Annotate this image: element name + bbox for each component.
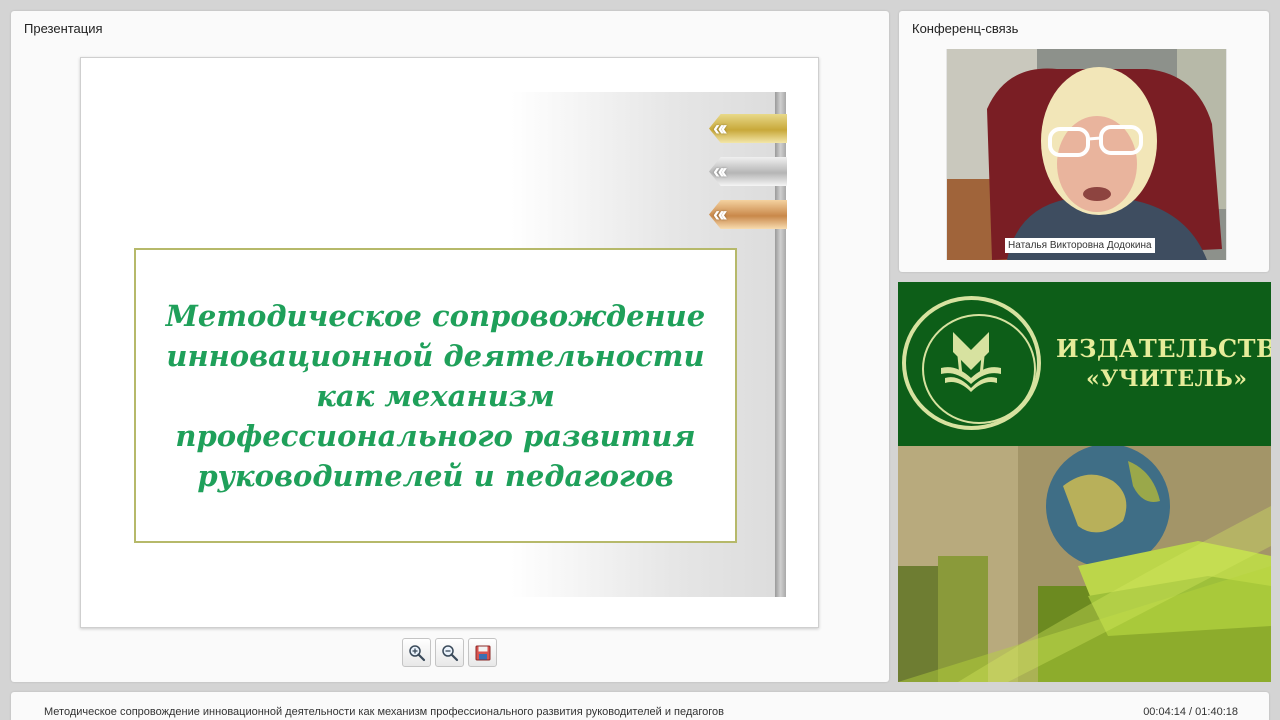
zoom-in-button[interactable]: [402, 638, 431, 667]
banner-books-image: [898, 446, 1271, 682]
zoom-out-icon: [441, 644, 458, 661]
book-emblem-icon: [941, 332, 1001, 392]
footer-bar: Методическое сопровождение инновационной…: [11, 692, 1269, 720]
gold-ribbon-icon: «‹: [709, 114, 787, 143]
brand-name-line2: «УЧИТЕЛЬ»: [1086, 366, 1248, 392]
bronze-ribbon-icon: «‹: [709, 200, 787, 229]
slide-title: Методическое сопровождение инновационной…: [165, 298, 706, 493]
conference-panel: Конференц-связь Наталья Викторовна Додок…: [899, 11, 1269, 272]
speaker-video-frame: [947, 49, 1226, 260]
speaker-video[interactable]: Наталья Викторовна Додокина: [946, 49, 1227, 260]
footer-webinar-title: Методическое сопровождение инновационной…: [44, 706, 725, 718]
playback-time: 00:04:14 / 01:40:18: [1143, 706, 1238, 718]
books-globe-illustration: [898, 446, 1271, 682]
slide-toolbar: [402, 638, 497, 667]
speaker-name-label: Наталья Викторовна Додокина: [1005, 238, 1155, 253]
publisher-banner[interactable]: ИЗДАТЕЛЬСТВО «УЧИТЕЛЬ»: [898, 282, 1271, 682]
brand-name-line1: ИЗДАТЕЛЬСТВО: [1056, 334, 1271, 363]
zoom-out-button[interactable]: [435, 638, 464, 667]
save-button[interactable]: [468, 638, 497, 667]
conference-panel-title: Конференц-связь: [912, 21, 1019, 36]
slide-title-box: Методическое сопровождение инновационной…: [134, 248, 737, 543]
presentation-panel-title: Презентация: [24, 21, 103, 36]
presentation-panel: Презентация «‹ «‹ «‹ Методическое сопров…: [11, 11, 889, 682]
slide: «‹ «‹ «‹ Методическое сопровождение инно…: [80, 57, 819, 628]
publisher-logo-icon: [902, 296, 1041, 430]
zoom-in-icon: [408, 644, 425, 661]
banner-header: ИЗДАТЕЛЬСТВО «УЧИТЕЛЬ»: [898, 282, 1271, 446]
floppy-disk-icon: [475, 645, 490, 660]
silver-ribbon-icon: «‹: [709, 157, 787, 186]
